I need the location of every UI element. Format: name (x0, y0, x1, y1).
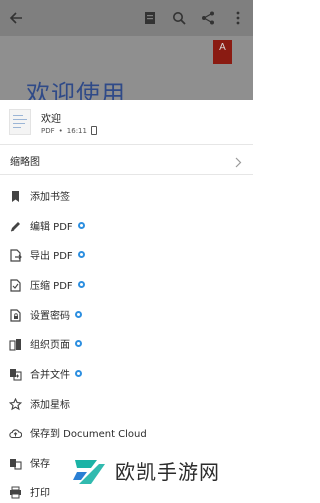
menu-label: 编辑 PDF (30, 222, 73, 233)
menu-item-edit-pdf[interactable]: 编辑 PDF (0, 214, 253, 237)
combine-files-icon (9, 366, 22, 381)
more-vertical-icon[interactable] (228, 8, 248, 28)
site-watermark: 欧凯手游网 (69, 445, 253, 495)
meta-separator: • (58, 126, 63, 135)
menu-label: 保存到 Document Cloud (30, 429, 147, 440)
menu-label: 打印 (30, 488, 50, 499)
thumbnails-row[interactable]: 缩略图 (0, 144, 253, 174)
menu-label: 保存 (30, 459, 50, 470)
divider (0, 174, 253, 175)
star-icon (8, 396, 23, 411)
save-copy-icon (9, 455, 22, 470)
menu-item-add-star[interactable]: 添加星标 (0, 392, 253, 415)
bookmark-icon (9, 188, 22, 202)
menu-label: 组织页面 (30, 340, 70, 351)
file-actions-sheet: 欢迎 PDF • 16:11 缩略图 添加书签 编辑 PDF 导出 PDF 压缩… (0, 100, 253, 500)
compress-pdf-icon (9, 277, 22, 292)
organize-pages-icon (9, 336, 22, 351)
menu-label: 合并文件 (30, 370, 70, 381)
share-icon[interactable] (198, 8, 218, 28)
premium-badge-icon (75, 370, 82, 377)
watermark-text: 欧凯手游网 (115, 459, 220, 484)
file-name: 欢迎 (41, 114, 61, 125)
menu-label: 添加星标 (30, 400, 70, 411)
file-thumbnail (9, 109, 31, 135)
menu-label: 压缩 PDF (30, 281, 73, 292)
menu-item-save-to-document-cloud[interactable]: 保存到 Document Cloud (0, 421, 253, 444)
premium-badge-icon (77, 251, 85, 258)
file-time: 16:11 (66, 126, 87, 135)
menu-item-set-password[interactable]: 设置密码 (0, 303, 253, 326)
menu-label: 设置密码 (30, 311, 70, 322)
file-meta: PDF • 16:11 (41, 126, 97, 135)
premium-badge-icon (75, 311, 82, 318)
document-background: A 欢迎使用 (0, 0, 253, 100)
thumbnails-label: 缩略图 (10, 157, 40, 168)
menu-item-compress-pdf[interactable]: 压缩 PDF (0, 273, 253, 296)
device-phone-icon (90, 126, 97, 135)
premium-badge-icon (77, 281, 85, 288)
premium-badge-icon (77, 222, 85, 229)
premium-badge-icon (75, 340, 82, 347)
document-title: 欢迎使用 (26, 80, 126, 100)
menu-item-organize-pages[interactable]: 组织页面 (0, 332, 253, 355)
pencil-icon (9, 218, 22, 232)
menu-label: 添加书签 (30, 192, 70, 203)
menu-item-export-pdf[interactable]: 导出 PDF (0, 243, 253, 266)
lock-file-icon (9, 307, 22, 322)
printer-icon (9, 484, 22, 499)
cloud-upload-icon (9, 425, 23, 439)
search-icon[interactable] (169, 8, 189, 28)
menu-label: 导出 PDF (30, 251, 73, 262)
back-arrow-icon[interactable] (6, 8, 26, 28)
chevron-right-icon (235, 153, 242, 172)
adobe-logo: A (213, 40, 232, 64)
top-toolbar (0, 0, 253, 36)
menu-item-combine-files[interactable]: 合并文件 (0, 362, 253, 385)
export-pdf-icon (9, 247, 22, 262)
menu-item-add-bookmark[interactable]: 添加书签 (0, 184, 253, 207)
view-mode-icon[interactable] (140, 8, 160, 28)
file-header: 欢迎 PDF • 16:11 (0, 100, 253, 144)
watermark-logo-icon (73, 460, 105, 484)
file-type: PDF (41, 126, 55, 135)
